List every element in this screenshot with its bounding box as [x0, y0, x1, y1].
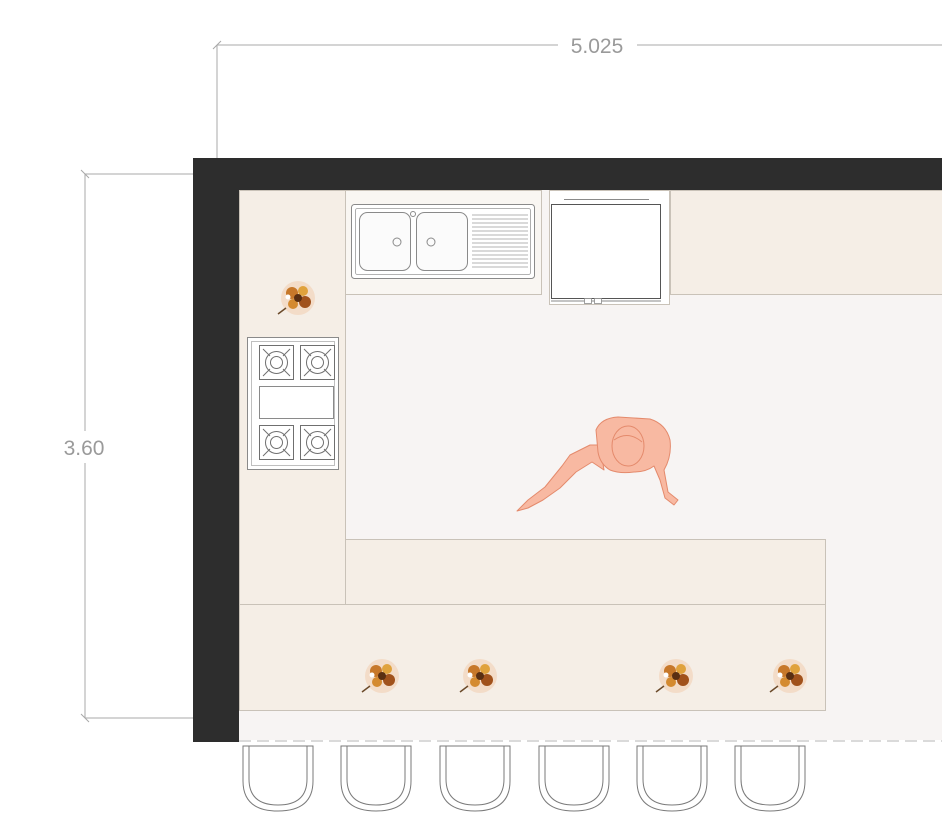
island-counter [345, 539, 826, 606]
bar-stool-icon-6 [734, 745, 806, 812]
double-sink-icon [351, 204, 535, 279]
width-dimension-label: 5.025 [571, 35, 624, 58]
bar-stool-icon-5 [636, 745, 708, 812]
depth-dimension-label: 3.60 [64, 437, 105, 460]
cooktop-icon [247, 337, 339, 470]
bar-stool-icon-4 [538, 745, 610, 812]
bar-stool-icon-1 [242, 745, 314, 812]
width-dimension: 5.025 [212, 35, 942, 174]
kitchen-floor-plan: 5.025 3.60 [64, 35, 942, 812]
bar-stools [242, 745, 806, 812]
top-right-counter [670, 190, 942, 295]
bar-counter [239, 604, 826, 711]
bar-stool-icon-3 [439, 745, 511, 812]
refrigerator-icon [549, 190, 670, 305]
bar-stool-icon-2 [340, 745, 412, 812]
